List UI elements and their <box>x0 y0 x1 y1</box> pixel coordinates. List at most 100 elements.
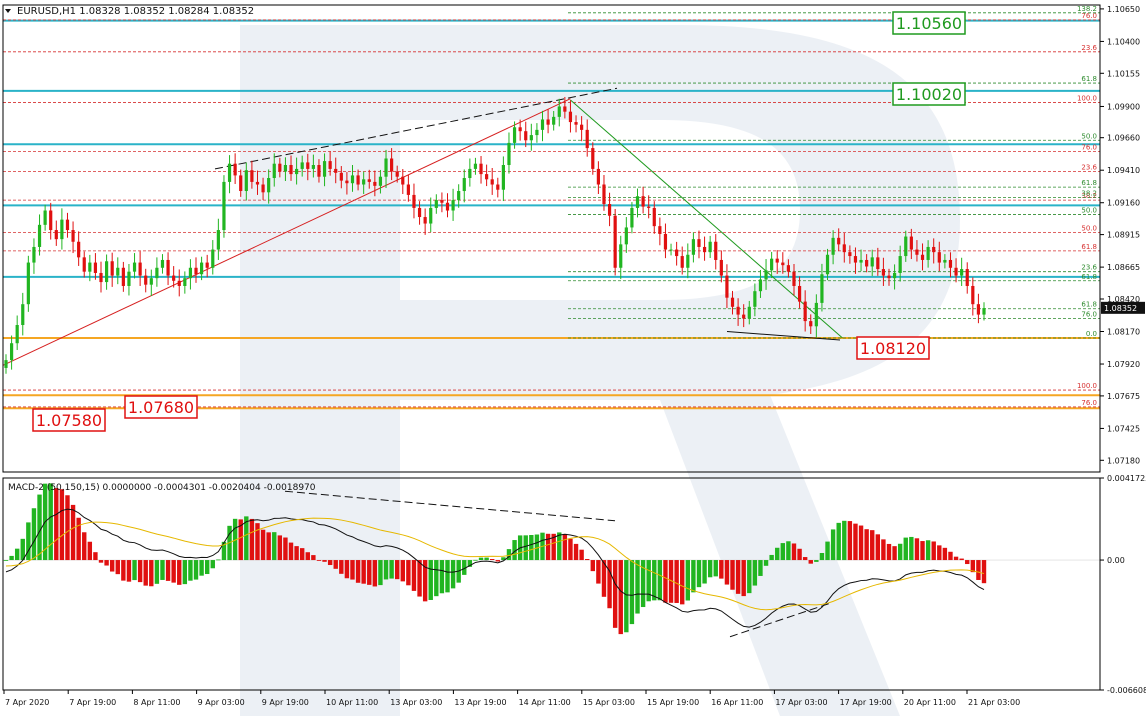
fib-label: 61.8 <box>1081 243 1097 251</box>
candle-body <box>602 184 606 205</box>
candle-body <box>468 168 472 179</box>
candle-body <box>613 215 617 268</box>
macd-bar <box>445 560 450 593</box>
candle-body <box>211 249 215 268</box>
candle-body <box>132 262 137 272</box>
candle-body <box>568 111 573 123</box>
candle-body <box>155 267 159 279</box>
candle-body <box>188 267 193 279</box>
macd-bar <box>14 548 20 561</box>
macd-bar <box>892 546 897 561</box>
macd-bar <box>752 560 758 586</box>
macd-bar <box>937 545 942 561</box>
macd-bar <box>104 560 109 566</box>
candle-body <box>591 148 595 169</box>
candle-body <box>160 259 165 268</box>
candle-body <box>825 254 830 275</box>
macd-bar <box>680 560 685 605</box>
level-box-label: 1.07580 <box>36 411 102 430</box>
macd-bar <box>344 560 350 579</box>
y-tick-label: 1.07425 <box>1107 424 1140 433</box>
x-tick-label: 9 Apr 03:00 <box>198 698 245 707</box>
macd-bar <box>333 560 338 569</box>
candle-body <box>82 257 86 272</box>
macd-bar <box>802 557 808 561</box>
candle-body <box>708 241 712 253</box>
y-tick-label: 1.09410 <box>1107 166 1140 175</box>
candle-body <box>781 262 785 266</box>
macd-bar <box>367 560 372 585</box>
candle-body <box>373 181 377 186</box>
macd-bar <box>322 560 327 562</box>
macd-bar <box>316 560 322 561</box>
macd-bar <box>361 560 366 584</box>
candle-body <box>518 127 522 132</box>
macd-bar <box>573 543 579 561</box>
candle-body <box>915 249 919 255</box>
x-tick-label: 14 Apr 11:00 <box>519 698 571 707</box>
macd-bar <box>327 560 333 566</box>
candle-body <box>4 360 8 368</box>
candle-body <box>859 259 863 263</box>
candle-body <box>311 165 315 169</box>
macd-bar <box>389 560 394 579</box>
candle-body <box>473 163 478 169</box>
candle-body <box>932 246 936 253</box>
macd-bar <box>154 560 160 584</box>
macd-bar <box>612 560 618 628</box>
macd-bar <box>562 533 568 561</box>
candle-body <box>440 200 444 203</box>
y-tick-label: 1.07675 <box>1107 392 1140 401</box>
candle-body <box>552 116 556 125</box>
macd-bar <box>959 558 964 561</box>
candle-body <box>898 256 902 273</box>
macd-bar <box>277 535 283 561</box>
macd-bar <box>903 537 908 561</box>
candle-body <box>870 257 874 267</box>
candle-body <box>842 244 846 253</box>
level-box-label: 1.08120 <box>860 339 926 358</box>
candle-body <box>730 297 735 307</box>
macd-frame <box>2 477 1101 691</box>
macd-bar <box>132 560 137 581</box>
candle-body <box>278 163 282 172</box>
candle-body <box>255 181 260 185</box>
candle-body <box>658 226 662 234</box>
fib-label: 50.0 <box>1081 225 1097 233</box>
fib-label: 23.6 <box>1081 44 1097 52</box>
candle-body <box>356 175 360 185</box>
macd-bar <box>143 560 148 586</box>
candle-body <box>937 252 941 263</box>
macd-bar <box>847 521 853 561</box>
x-tick-label: 15 Apr 19:00 <box>647 698 699 707</box>
candle-body <box>21 304 25 326</box>
candle-body <box>15 325 19 344</box>
candle-body <box>786 265 790 272</box>
candle-body <box>250 170 254 182</box>
watermark-shape <box>240 25 960 716</box>
candle-body <box>831 237 835 255</box>
macd-bar <box>126 560 132 582</box>
fib-label: 138.2 <box>1077 5 1097 13</box>
macd-bar <box>372 560 378 587</box>
candle-body <box>239 175 243 192</box>
macd-bar <box>780 543 786 561</box>
macd-bar <box>730 560 735 590</box>
candle-body <box>362 179 366 185</box>
candle-body <box>485 174 489 180</box>
candle-body <box>982 308 986 315</box>
macd-bar <box>9 555 14 561</box>
fib-label: 61.8 <box>1081 301 1097 309</box>
x-tick-label: 9 Apr 19:00 <box>262 698 309 707</box>
candle-body <box>926 246 930 260</box>
macd-bar <box>149 560 154 587</box>
candle-body <box>775 258 779 263</box>
x-tick-label: 20 Apr 11:00 <box>904 698 956 707</box>
candle-body <box>904 236 908 257</box>
header-dropdown-icon[interactable] <box>5 9 11 13</box>
candle-body <box>887 275 891 279</box>
candle-body <box>803 301 807 322</box>
macd-bar <box>763 560 769 566</box>
macd-bar <box>383 560 389 580</box>
candle-body <box>680 256 684 268</box>
